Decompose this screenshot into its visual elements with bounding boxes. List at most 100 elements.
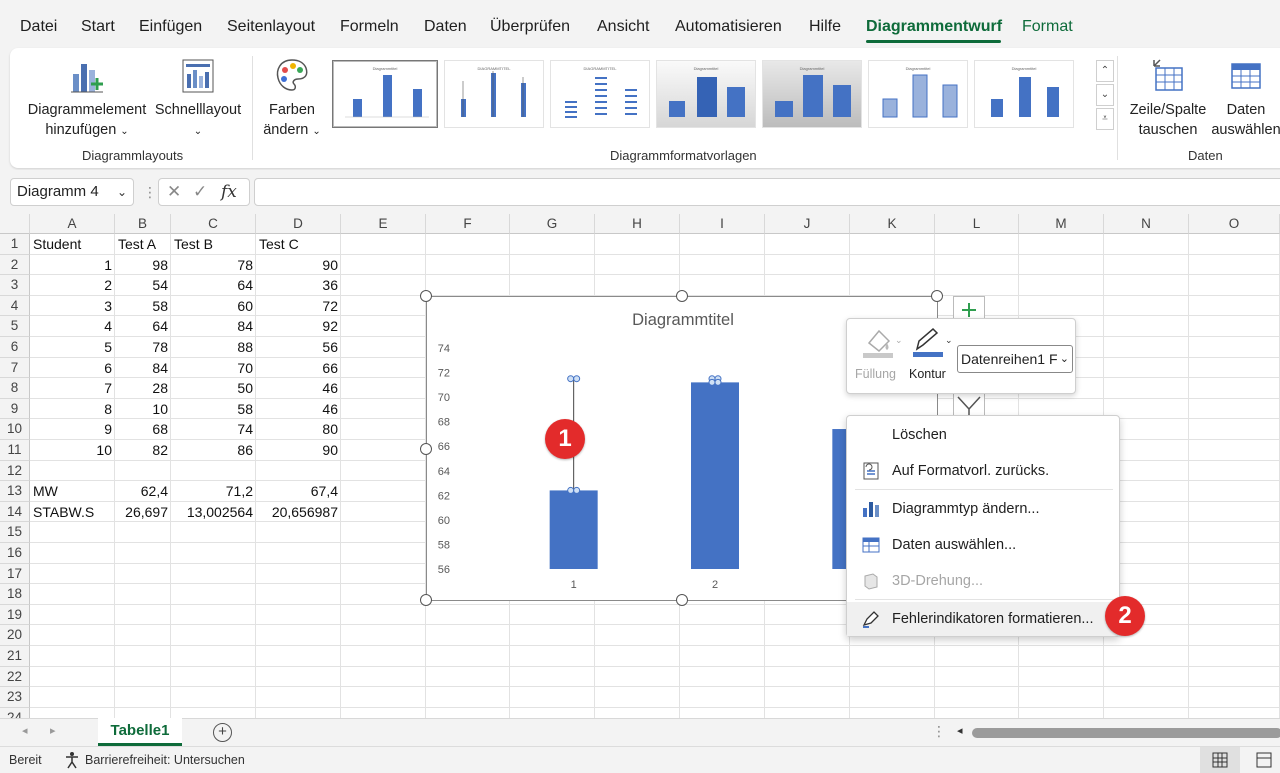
cell[interactable]: 90 — [256, 257, 341, 276]
row-header[interactable]: 5 — [0, 316, 30, 337]
row-header[interactable]: 17 — [0, 563, 30, 585]
error-bar-handle[interactable] — [567, 486, 575, 494]
column-header[interactable]: A — [30, 214, 115, 234]
cell[interactable]: 1 — [30, 257, 115, 276]
tab-formeln[interactable]: Formeln — [340, 18, 399, 36]
resize-handle[interactable] — [420, 443, 432, 455]
cell[interactable]: Test B — [171, 236, 256, 255]
prev-sheet-arrow-icon[interactable]: ◂ — [22, 724, 28, 737]
fill-button[interactable]: ⌄ Füllung — [855, 323, 907, 389]
chart-style-1[interactable]: Diagrammtitel — [332, 60, 438, 128]
resize-handle[interactable] — [420, 290, 432, 302]
horizontal-scrollbar[interactable] — [972, 728, 1280, 738]
cell[interactable]: 54 — [115, 277, 171, 296]
chart-style-5[interactable]: Diagrammtitel — [762, 60, 862, 128]
row-header[interactable]: 23 — [0, 687, 30, 708]
cell[interactable]: 36 — [256, 277, 341, 296]
cell[interactable]: 84 — [115, 360, 171, 379]
cell[interactable]: 62,4 — [115, 483, 171, 502]
error-bar-handle[interactable] — [708, 378, 716, 386]
tab-hilfe[interactable]: Hilfe — [809, 18, 841, 36]
cell[interactable]: 46 — [256, 401, 341, 420]
column-header[interactable]: J — [765, 214, 850, 234]
error-bar-handle[interactable] — [573, 486, 581, 494]
column-header[interactable]: E — [341, 214, 426, 234]
cell[interactable] — [171, 463, 256, 482]
cell[interactable]: 50 — [171, 380, 256, 399]
row-header[interactable]: 7 — [0, 357, 30, 379]
next-sheet-arrow-icon[interactable]: ▸ — [50, 724, 56, 737]
cell[interactable]: 4 — [30, 318, 115, 337]
chart-style-3[interactable]: DIAGRAMMTITEL — [550, 60, 650, 128]
row-header[interactable]: 24 — [0, 707, 30, 718]
cell[interactable]: 8 — [30, 401, 115, 420]
cell[interactable]: 10 — [30, 442, 115, 461]
cell[interactable]: 92 — [256, 318, 341, 337]
formula-input[interactable] — [254, 178, 1280, 206]
cell[interactable]: 64 — [115, 318, 171, 337]
cell[interactable]: 68 — [115, 421, 171, 440]
series-selector[interactable]: Datenreihen1 F ⌄ — [957, 345, 1073, 373]
cell[interactable]: 10 — [115, 401, 171, 420]
cell[interactable]: 78 — [115, 339, 171, 358]
row-header[interactable]: 20 — [0, 625, 30, 646]
cell[interactable]: 58 — [115, 298, 171, 317]
cell[interactable]: 67,4 — [256, 483, 341, 502]
chart-style-4[interactable]: Diagrammtitel — [656, 60, 756, 128]
insert-function-button[interactable]: fx — [221, 182, 237, 202]
row-header[interactable]: 22 — [0, 666, 30, 688]
sheet-tab-tabelle1[interactable]: Tabelle1 — [98, 718, 182, 746]
add-chart-element-button[interactable]: Diagrammelement hinzufügen ⌄ — [22, 56, 152, 142]
cell[interactable]: 84 — [171, 318, 256, 337]
error-bar-handle[interactable] — [573, 375, 581, 383]
bar[interactable] — [549, 490, 598, 569]
cell[interactable]: MW — [30, 483, 115, 502]
name-box[interactable]: Diagramm 4 ⌄ — [10, 178, 134, 206]
cell[interactable]: 80 — [256, 421, 341, 440]
menu-item-format-error-bars[interactable]: Fehlerindikatoren formatieren... — [847, 602, 1119, 636]
tab-seitenlayout[interactable]: Seitenlayout — [227, 18, 315, 36]
chart-style-7[interactable]: Diagrammtitel — [974, 60, 1074, 128]
tab-daten[interactable]: Daten — [424, 18, 467, 36]
cell[interactable]: 64 — [171, 277, 256, 296]
cell[interactable]: Student — [30, 236, 115, 255]
column-header[interactable]: I — [680, 214, 765, 234]
tab-automatisieren[interactable]: Automatisieren — [675, 18, 782, 36]
tab-format[interactable]: Format — [1022, 18, 1073, 36]
row-header[interactable]: 19 — [0, 604, 30, 626]
cell[interactable]: 5 — [30, 339, 115, 358]
column-header[interactable]: F — [426, 214, 510, 234]
menu-item-reset-style[interactable]: Auf Formatvorl. zurücks. — [847, 454, 1119, 488]
cell[interactable]: 78 — [171, 257, 256, 276]
quick-layout-button[interactable]: Schnelllayout ⌄ — [152, 56, 244, 142]
column-header[interactable]: L — [935, 214, 1019, 234]
cell[interactable]: 71,2 — [171, 483, 256, 502]
error-bar-handle[interactable] — [714, 378, 722, 386]
row-header[interactable]: 1 — [0, 234, 30, 255]
bar[interactable] — [691, 382, 739, 569]
chart-style-2[interactable]: DIAGRAMMTITEL — [444, 60, 544, 128]
cell[interactable]: 3 — [30, 298, 115, 317]
cell[interactable]: 20,656987 — [256, 504, 341, 523]
cell[interactable]: 9 — [30, 421, 115, 440]
row-header[interactable]: 16 — [0, 543, 30, 564]
gallery-scroll-up[interactable]: ⌃ — [1096, 60, 1114, 82]
cell[interactable]: 74 — [171, 421, 256, 440]
cell[interactable]: 26,697 — [115, 504, 171, 523]
status-accessibility[interactable]: Barrierefreiheit: Untersuchen — [85, 753, 245, 767]
tab-ueberpruefen[interactable]: Überprüfen — [490, 18, 570, 36]
row-header[interactable]: 3 — [0, 275, 30, 296]
column-header[interactable]: H — [595, 214, 680, 234]
menu-item-delete[interactable]: Löschen — [847, 418, 1119, 452]
tab-datei[interactable]: Datei — [20, 18, 57, 36]
confirm-icon[interactable]: ✓ — [193, 182, 207, 202]
row-header[interactable]: 2 — [0, 254, 30, 276]
row-header[interactable]: 11 — [0, 440, 30, 461]
cell[interactable] — [30, 463, 115, 482]
cell[interactable]: 2 — [30, 277, 115, 296]
cell[interactable]: 28 — [115, 380, 171, 399]
select-all-corner[interactable] — [0, 214, 30, 234]
row-header[interactable]: 13 — [0, 481, 30, 502]
normal-view-button[interactable] — [1200, 747, 1240, 773]
cell[interactable]: STABW.S — [30, 504, 115, 523]
